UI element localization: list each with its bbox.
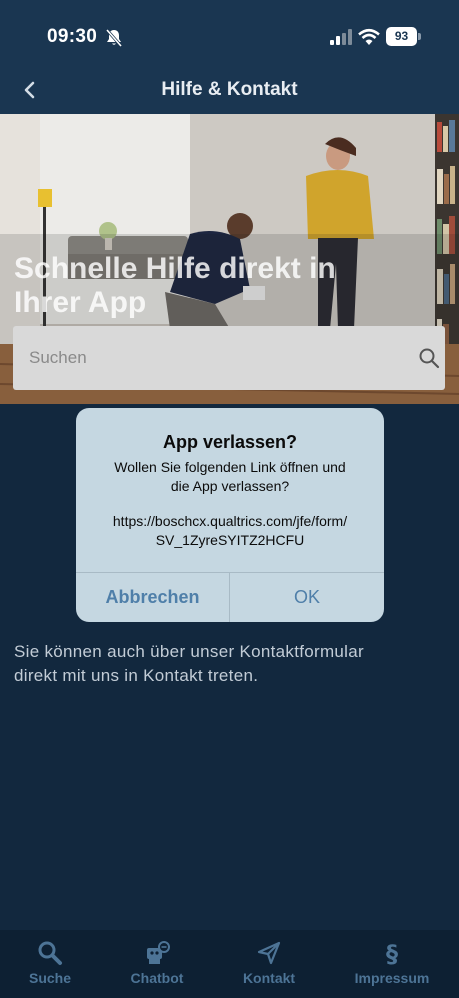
status-bar: 09:30 93 — [0, 0, 459, 70]
battery-tip — [418, 33, 421, 40]
tab-impressum[interactable]: § Impressum — [340, 930, 444, 998]
chatbot-icon — [147, 941, 170, 964]
dialog-message-line1: Wollen Sie folgenden Link öffnen und — [114, 459, 346, 475]
section-sign-icon: § — [386, 940, 398, 966]
search-icon[interactable] — [418, 347, 440, 369]
tab-label-suche: Suche — [28, 970, 71, 986]
svg-text:§: § — [386, 940, 398, 966]
send-icon — [257, 941, 281, 965]
search-box[interactable] — [13, 326, 445, 390]
signal-icon — [330, 29, 352, 45]
wifi-icon — [358, 28, 380, 45]
tab-label-impressum: Impressum — [354, 970, 430, 986]
tab-suche[interactable]: Suche — [5, 930, 95, 998]
battery-icon: 93 — [386, 27, 417, 46]
page-title: Hilfe & Kontakt — [161, 79, 298, 100]
tab-label-kontakt: Kontakt — [242, 970, 296, 986]
bell-off-icon — [105, 29, 123, 47]
hero-banner: Schnelle Hilfe direkt in Ihrer App — [0, 114, 459, 404]
search-icon — [38, 941, 62, 965]
tab-chatbot[interactable]: Chatbot — [112, 930, 202, 998]
cancel-button[interactable]: Abbrechen — [76, 573, 229, 622]
dialog-message-line2: die App verlassen? — [170, 478, 290, 494]
hero-headline-line1: Schnelle Hilfe direkt in — [14, 252, 336, 285]
tab-bar: Suche Chatbot Kontakt § Impressum — [0, 930, 459, 998]
dialog-link-url: https://boschcx.qualtrics.com/jfe/form/ … — [84, 512, 376, 550]
hero-headline: Schnelle Hilfe direkt in Ihrer App — [14, 252, 434, 320]
tab-kontakt[interactable]: Kontakt — [224, 930, 314, 998]
ok-button[interactable]: OK — [230, 573, 384, 622]
tab-label-chatbot: Chatbot — [130, 970, 184, 986]
dialog-link-line1: https://boschcx.qualtrics.com/jfe/form/ — [112, 513, 348, 529]
dialog-message: Wollen Sie folgenden Link öffnen und die… — [88, 458, 372, 496]
leave-app-dialog: App verlassen? Wollen Sie folgenden Link… — [76, 408, 384, 622]
app-screen: 09:30 93 Hilfe & Kontakt Schnelle Hilfe … — [0, 0, 459, 998]
contact-form-hint: Sie können auch über unser Kontaktformul… — [14, 640, 444, 688]
search-input[interactable] — [29, 344, 389, 372]
contact-text-line1: Sie können auch über unser Kontaktformul… — [14, 642, 364, 661]
hero-headline-line2: Ihrer App — [14, 286, 147, 319]
contact-text-line2: direkt mit uns in Kontakt treten. — [14, 666, 259, 685]
status-time: 09:30 — [47, 26, 98, 47]
dialog-title: App verlassen? — [162, 432, 298, 452]
dialog-link-line2: SV_1ZyreSYITZ2HCFU — [155, 532, 305, 548]
navigation-bar: Hilfe & Kontakt — [0, 70, 459, 114]
